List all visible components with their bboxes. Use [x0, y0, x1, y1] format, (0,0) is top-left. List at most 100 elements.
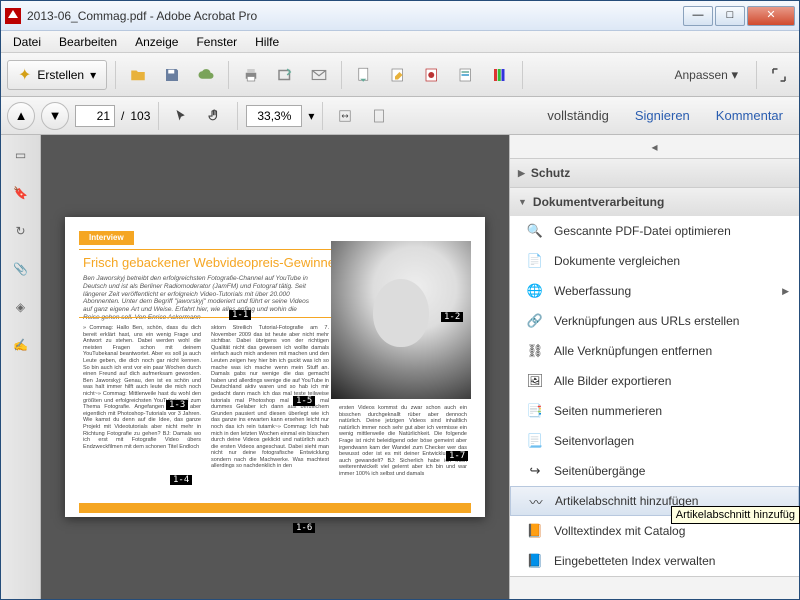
separator: [756, 61, 757, 89]
page-input[interactable]: [75, 105, 115, 127]
page-sep: /: [121, 109, 124, 123]
panel-item-3[interactable]: 🔗 Verknüpfungen aus URLs erstellen: [510, 306, 799, 336]
accordion-header-schutz[interactable]: ▶Schutz: [510, 159, 799, 187]
panel-item-1[interactable]: 📄 Dokumente vergleichen: [510, 246, 799, 276]
open-icon[interactable]: [124, 61, 152, 89]
marker-1-1: 1-1: [229, 310, 251, 320]
zoom-dropdown-icon[interactable]: ▾: [308, 109, 314, 123]
close-button[interactable]: ✕: [747, 6, 795, 26]
panel-item-11[interactable]: 📘Eingebetteten Index verwalten: [510, 546, 799, 576]
item-label: Gescannte PDF-Datei optimieren: [554, 224, 731, 238]
panel-item-5[interactable]: 🖼Alle Bilder exportieren: [510, 366, 799, 396]
hand-tool-icon[interactable]: [201, 102, 229, 130]
triangle-icon: ▶: [518, 168, 525, 179]
dropdown-icon: ▾: [90, 68, 96, 82]
panel-item-2[interactable]: 🌐Weberfassung▶: [510, 276, 799, 306]
panel-item-4[interactable]: ⛓Alle Verknüpfungen entfernen: [510, 336, 799, 366]
save-icon[interactable]: [158, 61, 186, 89]
multimedia-icon[interactable]: [486, 61, 514, 89]
item-icon: 📙: [526, 522, 544, 540]
panel-toggle[interactable]: ◂: [510, 135, 799, 159]
tooltip: Artikelabschnitt hinzufüg: [671, 506, 800, 524]
menu-edit[interactable]: Bearbeiten: [51, 33, 125, 51]
share-icon[interactable]: [271, 61, 299, 89]
toolbar-nav: ▲ ▼ / 103 ▾ vollständig Signieren Kommen…: [1, 97, 799, 135]
attachments-icon[interactable]: 📎: [9, 257, 33, 281]
panel-item-8[interactable]: ↪Seitenübergänge: [510, 456, 799, 486]
cloud-icon[interactable]: [192, 61, 220, 89]
sign-link[interactable]: Signieren: [625, 104, 700, 127]
pdf-page: Interview Frisch gebackener Webvideoprei…: [65, 217, 485, 517]
create-button[interactable]: ✦ Erstellen ▾: [7, 60, 107, 90]
form-icon[interactable]: [452, 61, 480, 89]
layers-icon[interactable]: ◈: [9, 295, 33, 319]
edit-text-icon[interactable]: [384, 61, 412, 89]
print-icon[interactable]: [237, 61, 265, 89]
triangle-icon: ▼: [518, 197, 527, 207]
fullscreen-icon[interactable]: [765, 61, 793, 89]
separator: [158, 102, 159, 130]
item-icon: 📑: [526, 402, 544, 420]
left-nav: ▭ 🔖 ↻ 📎 ◈ ✍: [1, 135, 41, 599]
customize-link[interactable]: Anpassen ▾: [664, 63, 748, 87]
document-viewport[interactable]: Interview Frisch gebackener Webvideoprei…: [41, 135, 509, 599]
menu-window[interactable]: Fenster: [188, 33, 245, 51]
col-1: » Commag: Hallo Ben, schön, dass du dich…: [83, 325, 201, 450]
panel-item-7[interactable]: 📃Seitenvorlagen: [510, 426, 799, 456]
thumbnails-icon[interactable]: ▭: [9, 143, 33, 167]
app-icon: [5, 8, 21, 24]
page-up-button[interactable]: ▲: [7, 102, 35, 130]
separator: [228, 61, 229, 89]
fulltext-link[interactable]: vollständig: [537, 104, 618, 127]
select-tool-icon[interactable]: [167, 102, 195, 130]
page-down-button[interactable]: ▼: [41, 102, 69, 130]
marker-1-4: 1-4: [170, 475, 192, 485]
item-label: Seiten nummerieren: [554, 404, 662, 418]
right-panel: ◂ ▶Schutz ▼Dokumentverarbeitung 🔍Gescann…: [509, 135, 799, 599]
accordion-header-dokument[interactable]: ▼Dokumentverarbeitung: [510, 188, 799, 216]
page-total: 103: [130, 109, 150, 123]
fit-width-icon[interactable]: [331, 102, 359, 130]
marker-1-6: 1-6: [293, 523, 315, 533]
page-band: Interview: [79, 231, 134, 245]
item-icon: 🔗: [526, 312, 544, 330]
zoom-input[interactable]: [246, 105, 302, 127]
comment-link[interactable]: Kommentar: [706, 104, 793, 127]
titlebar: 2013-06_Commag.pdf - Adobe Acrobat Pro —…: [1, 1, 799, 31]
item-label: Volltextindex mit Catalog: [554, 524, 685, 538]
minimize-button[interactable]: —: [683, 6, 713, 26]
toolbar-main: ✦ Erstellen ▾ Anpassen ▾: [1, 53, 799, 97]
bookmarks-icon[interactable]: 🔖: [9, 181, 33, 205]
item-label: Seitenvorlagen: [554, 434, 634, 448]
mail-icon[interactable]: [305, 61, 333, 89]
content-area: ▭ 🔖 ↻ 📎 ◈ ✍ Interview Frisch gebackener …: [1, 135, 799, 599]
separator: [341, 61, 342, 89]
menu-help[interactable]: Hilfe: [247, 33, 287, 51]
panel-item-0[interactable]: 🔍Gescannte PDF-Datei optimieren: [510, 216, 799, 246]
panel-item-6[interactable]: 📑 Seiten nummerieren: [510, 396, 799, 426]
window-buttons: — □ ✕: [683, 6, 795, 26]
menu-view[interactable]: Anzeige: [127, 33, 186, 51]
item-label: Verknüpfungen aus URLs erstellen: [554, 314, 739, 328]
col-3: ersten Videos kommst du zwar schon auch …: [339, 405, 467, 478]
stamp-icon[interactable]: [418, 61, 446, 89]
menubar: Datei Bearbeiten Anzeige Fenster Hilfe: [1, 31, 799, 53]
export-pdf-icon[interactable]: [350, 61, 378, 89]
page-footer: [79, 503, 471, 513]
marker-1-2: 1-2: [441, 312, 463, 322]
item-icon: 🌐: [526, 282, 544, 300]
item-label: Dokumente vergleichen: [554, 254, 680, 268]
separator: [237, 102, 238, 130]
maximize-button[interactable]: □: [715, 6, 745, 26]
marker-1-3: 1-3: [166, 400, 188, 410]
item-label: Alle Verknüpfungen entfernen: [554, 344, 712, 358]
item-icon: 📄: [526, 252, 544, 270]
item-icon: 📘: [526, 552, 544, 570]
page-intro: Ben Jaworskyj betreibt den erfolgreichst…: [83, 275, 313, 322]
menu-file[interactable]: Datei: [5, 33, 49, 51]
rotate-icon[interactable]: ↻: [9, 219, 33, 243]
separator: [522, 61, 523, 89]
marker-1-5: 1-5: [293, 396, 315, 406]
signatures-icon[interactable]: ✍: [9, 333, 33, 357]
fit-page-icon[interactable]: [365, 102, 393, 130]
